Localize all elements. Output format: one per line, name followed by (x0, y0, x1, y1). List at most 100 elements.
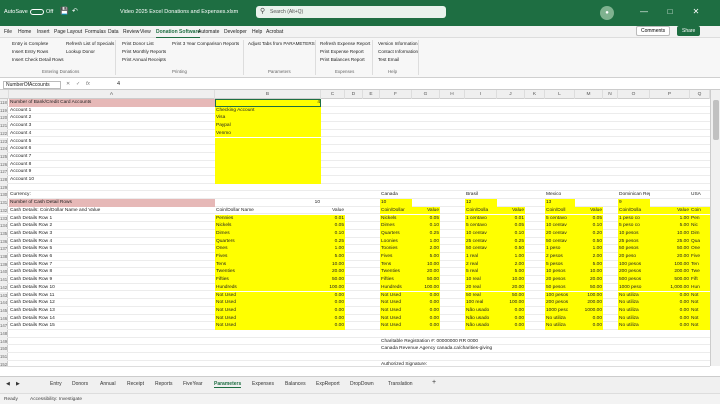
cell-i146[interactable]: Não usado (465, 314, 497, 323)
tab-donors[interactable]: Donors (72, 381, 88, 387)
cell-i134[interactable]: 5 centavo (465, 222, 497, 230)
column-header-j[interactable]: J (497, 90, 525, 99)
cell-o147[interactable]: No utiliza (618, 322, 650, 330)
cell-j143[interactable]: 50.00 (497, 291, 525, 300)
cell-b137[interactable]: Ones (215, 245, 321, 253)
cell-o145[interactable]: No utiliza (618, 306, 650, 315)
cell-a139[interactable]: Cash Details Row 7 (9, 261, 215, 269)
cell-g147[interactable]: 0.00 (412, 322, 440, 330)
cell-g140[interactable]: 20.00 (412, 268, 440, 277)
cell-f131[interactable]: 10 (380, 199, 412, 207)
column-header-n[interactable]: N (603, 90, 618, 99)
search-box[interactable]: ⚲ Search (Alt+Q) (256, 6, 446, 18)
horizontal-scrollbar[interactable] (0, 366, 710, 376)
cell-f134[interactable]: Dimes (380, 222, 412, 230)
cell-o134[interactable]: 5 peso co (618, 222, 650, 230)
cell-l142[interactable]: 50 pesos (545, 283, 575, 292)
cell-j147[interactable]: 0.00 (497, 322, 525, 330)
cell-a146[interactable]: Cash Details Row 14 (9, 315, 215, 323)
comments-button[interactable]: Comments (636, 26, 671, 36)
cell-i140[interactable]: 5 real (465, 268, 497, 277)
cell-j139[interactable]: 2.00 (497, 260, 525, 269)
enter-icon[interactable]: ✓ (76, 81, 80, 87)
cell-l136[interactable]: 50 centav (545, 237, 575, 246)
column-header-e[interactable]: E (363, 90, 380, 99)
cell-g135[interactable]: 0.25 (412, 229, 440, 238)
row-header[interactable]: 124 (0, 145, 8, 152)
row-header[interactable]: 127 (0, 168, 8, 175)
ribbon-test-email-button[interactable]: Test Email (378, 57, 399, 62)
row-header[interactable]: 140 (0, 268, 8, 276)
row-header[interactable]: 142 (0, 283, 8, 291)
cell-i130[interactable]: Brasil (465, 191, 497, 199)
cell-a137[interactable]: Cash Details Row 5 (9, 245, 215, 253)
ribbon-contact-information-button[interactable]: Contact Information (378, 49, 418, 54)
cell-m136[interactable]: 0.50 (575, 237, 603, 246)
row-header[interactable]: 151 (0, 353, 8, 360)
cell-m143[interactable]: 100.00 (575, 291, 603, 300)
cell-q144[interactable]: Not (690, 299, 710, 307)
cell-o138[interactable]: 20 peso (618, 253, 650, 261)
cell-l144[interactable]: 200 pesos (545, 299, 575, 307)
column-header-p[interactable]: P (650, 90, 690, 99)
cell-f137[interactable]: Toonies (380, 245, 412, 253)
cell-b122[interactable]: Venmo (215, 129, 321, 138)
menu-item-home[interactable]: Home (18, 29, 31, 35)
cell-i135[interactable]: 10 centav (465, 229, 497, 238)
row-header[interactable]: 129 (0, 183, 8, 191)
column-header-d[interactable]: D (345, 90, 363, 99)
vertical-scrollbar[interactable] (710, 90, 720, 366)
row-header[interactable]: 128 (0, 176, 8, 183)
cell-b141[interactable]: Fifties (215, 276, 321, 284)
cell-l133[interactable]: 5 centavo (545, 214, 575, 223)
cell-m135[interactable]: 0.20 (575, 229, 603, 238)
cell-j144[interactable]: 100.00 (497, 299, 525, 307)
cell-j145[interactable]: 0.00 (497, 306, 525, 315)
column-header-m[interactable]: M (575, 90, 603, 99)
cell-i131[interactable]: 12 (465, 199, 497, 207)
tab-fiveyear[interactable]: FiveYear (183, 381, 203, 387)
cell-b146[interactable]: Not Used (215, 314, 321, 323)
row-header[interactable]: 131 (0, 199, 8, 206)
cell-p132[interactable]: Value (650, 206, 690, 215)
cell-a123[interactable]: Account 5 (9, 138, 215, 146)
cell-m145[interactable]: 1000.00 (575, 306, 603, 315)
cell-b145[interactable]: Not Used (215, 306, 321, 315)
cell-p141[interactable]: 500.00 (650, 276, 690, 284)
cell-j135[interactable]: 0.10 (497, 229, 525, 238)
cell-q145[interactable]: Not (690, 306, 710, 315)
cell-j134[interactable]: 0.05 (497, 222, 525, 230)
cell-j136[interactable]: 0.25 (497, 237, 525, 246)
cell-j138[interactable]: 1.00 (497, 253, 525, 261)
maximize-icon[interactable]: □ (664, 7, 676, 17)
cell-b143[interactable]: Not Used (215, 291, 321, 300)
column-header-h[interactable]: H (440, 90, 465, 99)
cell-o137[interactable]: 50 pesos (618, 245, 650, 253)
cell-f144[interactable]: Not Used (380, 299, 412, 307)
autosave-toggle[interactable] (30, 9, 44, 15)
cell-b121[interactable]: Paypal (215, 122, 321, 130)
cell-f143[interactable]: Not Used (380, 291, 412, 300)
cell-a127[interactable]: Account 9 (9, 168, 215, 176)
column-header-f[interactable]: F (380, 90, 412, 99)
cell-p143[interactable]: 0.00 (650, 291, 690, 300)
cell-l131[interactable]: 13 (545, 199, 575, 207)
ribbon-print-3-year-comparison-reports-button[interactable]: Print 3 Year Comparison Reports (172, 41, 239, 46)
column-header-b[interactable]: B (215, 90, 321, 99)
cell-o146[interactable]: No utiliza (618, 314, 650, 323)
cell-c134[interactable]: 0.05 (321, 222, 345, 230)
cell-o132[interactable]: Coin/Dolla (618, 206, 650, 215)
cell-b127[interactable] (215, 168, 321, 176)
cell-m144[interactable]: 200.00 (575, 299, 603, 307)
cell-q142[interactable]: Hun (690, 283, 710, 292)
cell-l137[interactable]: 1 peso (545, 245, 575, 253)
cell-c146[interactable]: 0.00 (321, 314, 345, 323)
cell-g144[interactable]: 0.00 (412, 299, 440, 307)
cell-b139[interactable]: Tens (215, 260, 321, 269)
cell-o142[interactable]: 1000 peso (618, 283, 650, 292)
column-header-c[interactable]: C (321, 90, 345, 99)
cell-o143[interactable]: No utiliza (618, 291, 650, 300)
cell-a143[interactable]: Cash Details Row 11 (9, 292, 215, 300)
cell-l138[interactable]: 2 pesos (545, 253, 575, 261)
row-header[interactable]: 150 (0, 345, 8, 353)
